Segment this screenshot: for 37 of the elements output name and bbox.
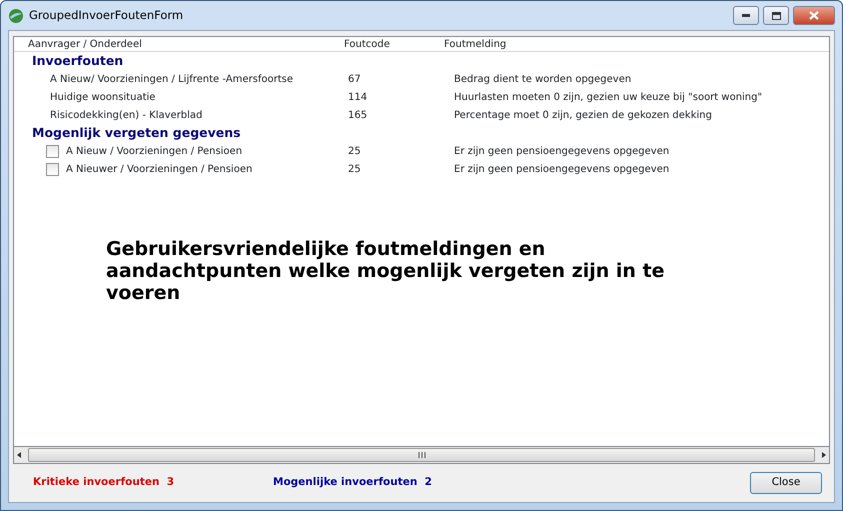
status-count: Kritieke invoerfouten 3 (33, 475, 176, 490)
group-header: Invoerfouten (31, 52, 124, 70)
error-code: 25 (348, 164, 361, 174)
checkbox[interactable] (46, 162, 59, 176)
error-code: 67 (348, 74, 361, 84)
close-button[interactable]: Close (750, 472, 822, 494)
error-message: Huurlasten moeten 0 zijn, gezien uw keuze bij "soort woning" (454, 92, 762, 102)
row-label: Risicodekking(en) - Klaverblad (50, 108, 202, 122)
row-label: A Nieuw / Voorzieningen / Pensioen (66, 144, 242, 158)
error-message: Bedrag dient te worden opgegeven (454, 74, 632, 84)
annotation-text: Gebruikersvriendelijke foutmeldingen en aandachtpunten welke mogenlijk vergeten zijn in te voeren (106, 238, 666, 304)
column-header[interactable]: Foutmelding (444, 38, 506, 50)
error-code: 165 (348, 110, 368, 120)
row-label: Huidige woonsituatie (50, 90, 156, 104)
minimize-icon (742, 14, 750, 17)
error-code: 25 (348, 146, 361, 156)
row-label: A Nieuw/ Voorzieningen / Lijfrente -Amersfoortse (50, 72, 293, 86)
close-button[interactable] (793, 6, 835, 25)
error-message: Er zijn geen pensioengegevens opgegeven (454, 164, 670, 174)
error-code: 114 (348, 92, 368, 102)
minimize-button[interactable] (733, 6, 759, 25)
column-header[interactable]: Foutcode (344, 38, 390, 50)
checkbox[interactable] (46, 144, 59, 158)
column-header[interactable]: Aanvrager / Onderdeel (28, 38, 142, 50)
horizontal-scrollbar[interactable] (13, 447, 830, 464)
grip-icon (418, 452, 426, 458)
status-count: Mogenlijke invoerfouten 2 (273, 475, 432, 490)
app-icon (8, 8, 24, 24)
window-title: GroupedInvoerFoutenForm (29, 6, 184, 24)
maximize-button[interactable] (763, 6, 789, 25)
error-message: Er zijn geen pensioengegevens opgegeven (454, 146, 670, 156)
maximize-icon (772, 12, 780, 20)
scrollbar-thumb[interactable] (28, 448, 815, 462)
error-message: Percentage moet 0 zijn, gezien de gekozen dekking (454, 110, 712, 120)
close-icon (809, 11, 819, 20)
row-label: A Nieuwer / Voorzieningen / Pensioen (66, 162, 252, 176)
group-header: Mogenlijk vergeten gegevens (31, 124, 242, 142)
